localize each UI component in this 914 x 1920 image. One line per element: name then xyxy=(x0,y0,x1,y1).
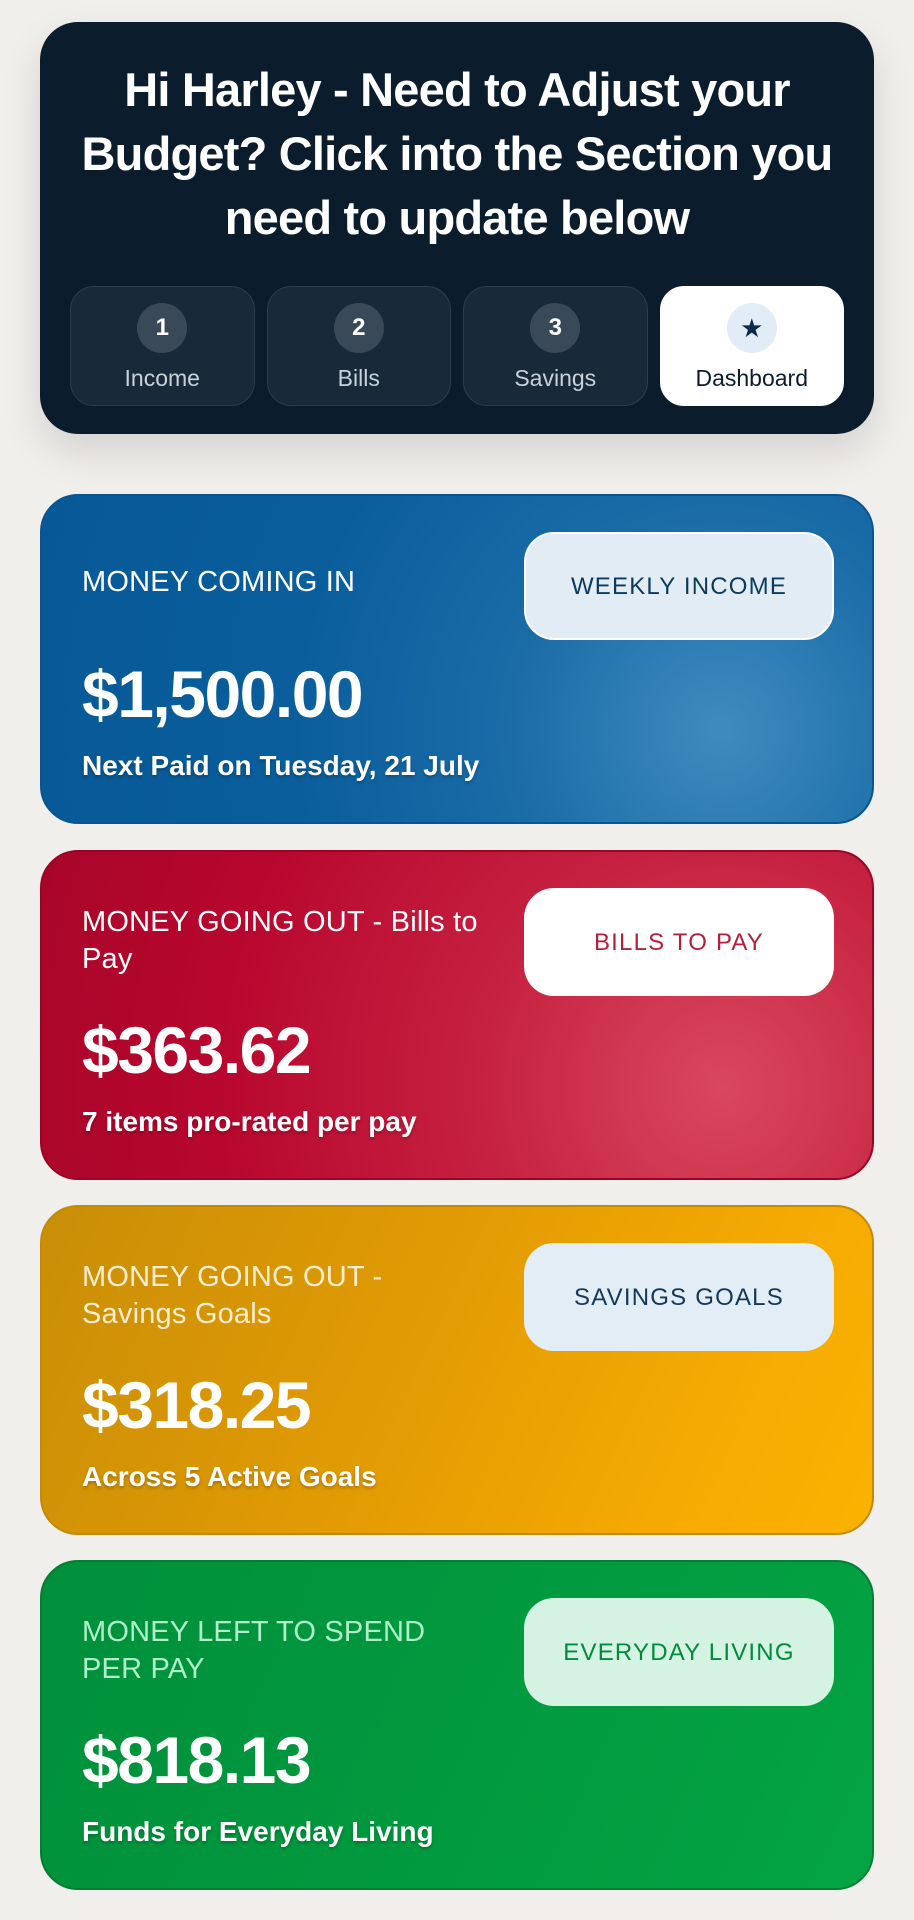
card-subtext: Next Paid on Tuesday, 21 July xyxy=(82,750,480,781)
card-amount: $818.13 xyxy=(82,1723,312,1797)
card-label: MONEY LEFT TO SPEND PER PAY xyxy=(82,1616,426,1685)
step-badge-3: 3 xyxy=(530,303,581,353)
card-amount: $1,500.00 xyxy=(82,657,364,731)
tab-bills[interactable]: 2 Bills xyxy=(266,286,451,406)
money-coming-in-card[interactable]: MONEY COMING IN WEEKLY INCOME $1,500.00 … xyxy=(40,494,874,824)
savings-goals-button[interactable]: SAVINGS GOALS xyxy=(524,1243,834,1351)
bills-to-pay-button[interactable]: BILLS TO PAY xyxy=(524,888,834,996)
tab-savings[interactable]: 3 Savings xyxy=(463,286,648,406)
money-left-to-spend-card[interactable]: MONEY LEFT TO SPEND PER PAY EVERYDAY LIV… xyxy=(40,1560,874,1890)
card-amount: $363.62 xyxy=(82,1013,312,1087)
tab-income[interactable]: 1 Income xyxy=(70,286,255,406)
card-subtext: Funds for Everyday Living xyxy=(82,1816,434,1847)
tab-income-label: Income xyxy=(124,365,200,391)
weekly-income-button[interactable]: WEEKLY INCOME xyxy=(524,532,834,640)
card-label: MONEY COMING IN xyxy=(82,566,356,598)
section-tabs: 1 Income 2 Bills 3 Savings ★ Dashboard xyxy=(70,286,844,406)
header-card: Hi Harley - Need to Adjust your Budget? … xyxy=(40,22,874,434)
everyday-living-button[interactable]: EVERYDAY LIVING xyxy=(524,1598,834,1706)
step-badge-2: 2 xyxy=(333,303,384,353)
header-title: Hi Harley - Need to Adjust your Budget? … xyxy=(81,63,834,244)
star-icon: ★ xyxy=(726,303,777,353)
budget-dashboard-page: Hi Harley - Need to Adjust your Budget? … xyxy=(0,0,914,1920)
step-badge-1: 1 xyxy=(137,303,188,353)
card-label: MONEY GOING OUT - Savings Goals xyxy=(82,1261,383,1330)
money-going-out-savings-card[interactable]: MONEY GOING OUT - Savings Goals SAVINGS … xyxy=(40,1205,874,1535)
tab-dashboard-label: Dashboard xyxy=(695,365,809,391)
tab-dashboard[interactable]: ★ Dashboard xyxy=(659,286,844,406)
tab-savings-label: Savings xyxy=(514,365,597,391)
card-amount: $318.25 xyxy=(82,1368,312,1442)
money-going-out-bills-card[interactable]: MONEY GOING OUT - Bills to Pay BILLS TO … xyxy=(40,850,874,1180)
card-subtext: 7 items pro-rated per pay xyxy=(82,1106,417,1137)
card-subtext: Across 5 Active Goals xyxy=(82,1461,377,1492)
card-label: MONEY GOING OUT - Bills to Pay xyxy=(82,906,478,975)
tab-bills-label: Bills xyxy=(337,365,380,391)
